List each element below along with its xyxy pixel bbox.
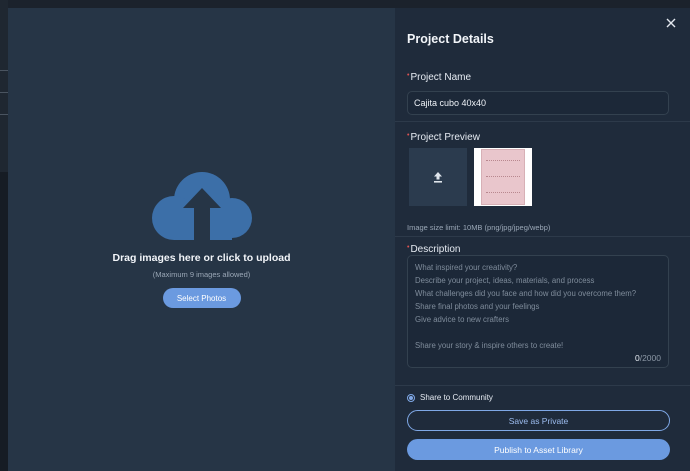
divider bbox=[395, 236, 690, 237]
upload-title: Drag images here or click to upload bbox=[112, 252, 291, 264]
thumbnail-image bbox=[481, 149, 525, 205]
project-modal: Drag images here or click to upload (Max… bbox=[8, 8, 690, 471]
publish-to-asset-library-button[interactable]: Publish to Asset Library bbox=[407, 439, 670, 460]
panel-title: Project Details bbox=[407, 32, 494, 46]
description-placeholder: What inspired your creativity? Describe … bbox=[415, 263, 637, 350]
add-preview-button[interactable] bbox=[409, 148, 467, 206]
share-to-community-label: Share to Community bbox=[420, 393, 493, 402]
background-page bbox=[0, 0, 8, 471]
background-band bbox=[0, 172, 8, 471]
description-label: •Description bbox=[407, 244, 461, 255]
image-dropzone[interactable]: Drag images here or click to upload (Max… bbox=[8, 8, 395, 471]
save-as-private-button[interactable]: Save as Private bbox=[407, 410, 670, 431]
cloud-upload-icon bbox=[151, 172, 252, 240]
upload-limit-note: (Maximum 9 images allowed) bbox=[152, 270, 251, 279]
close-icon[interactable] bbox=[664, 17, 678, 31]
project-name-label: •Project Name bbox=[407, 72, 472, 83]
background-line bbox=[0, 70, 8, 76]
project-name-input[interactable]: Cajita cubo 40x40 bbox=[407, 91, 669, 115]
share-to-community-option[interactable]: Share to Community bbox=[407, 393, 493, 402]
image-size-note: Image size limit: 10MB (png/jpg/jpeg/web… bbox=[407, 223, 551, 232]
divider bbox=[395, 385, 690, 386]
background-line bbox=[0, 92, 8, 98]
preview-thumbnail[interactable] bbox=[474, 148, 532, 206]
description-textarea[interactable]: What inspired your creativity? Describe … bbox=[407, 255, 669, 368]
project-preview-label: •Project Preview bbox=[407, 132, 480, 143]
radio-selected[interactable] bbox=[407, 393, 415, 402]
divider bbox=[395, 121, 690, 122]
upload-arrow-icon bbox=[434, 172, 442, 183]
select-photos-button[interactable]: Select Photos bbox=[162, 288, 241, 308]
project-details-panel: Project Details •Project Name Cajita cub… bbox=[395, 8, 690, 471]
character-counter: 0/2000 bbox=[634, 353, 661, 363]
background-line bbox=[0, 114, 8, 120]
